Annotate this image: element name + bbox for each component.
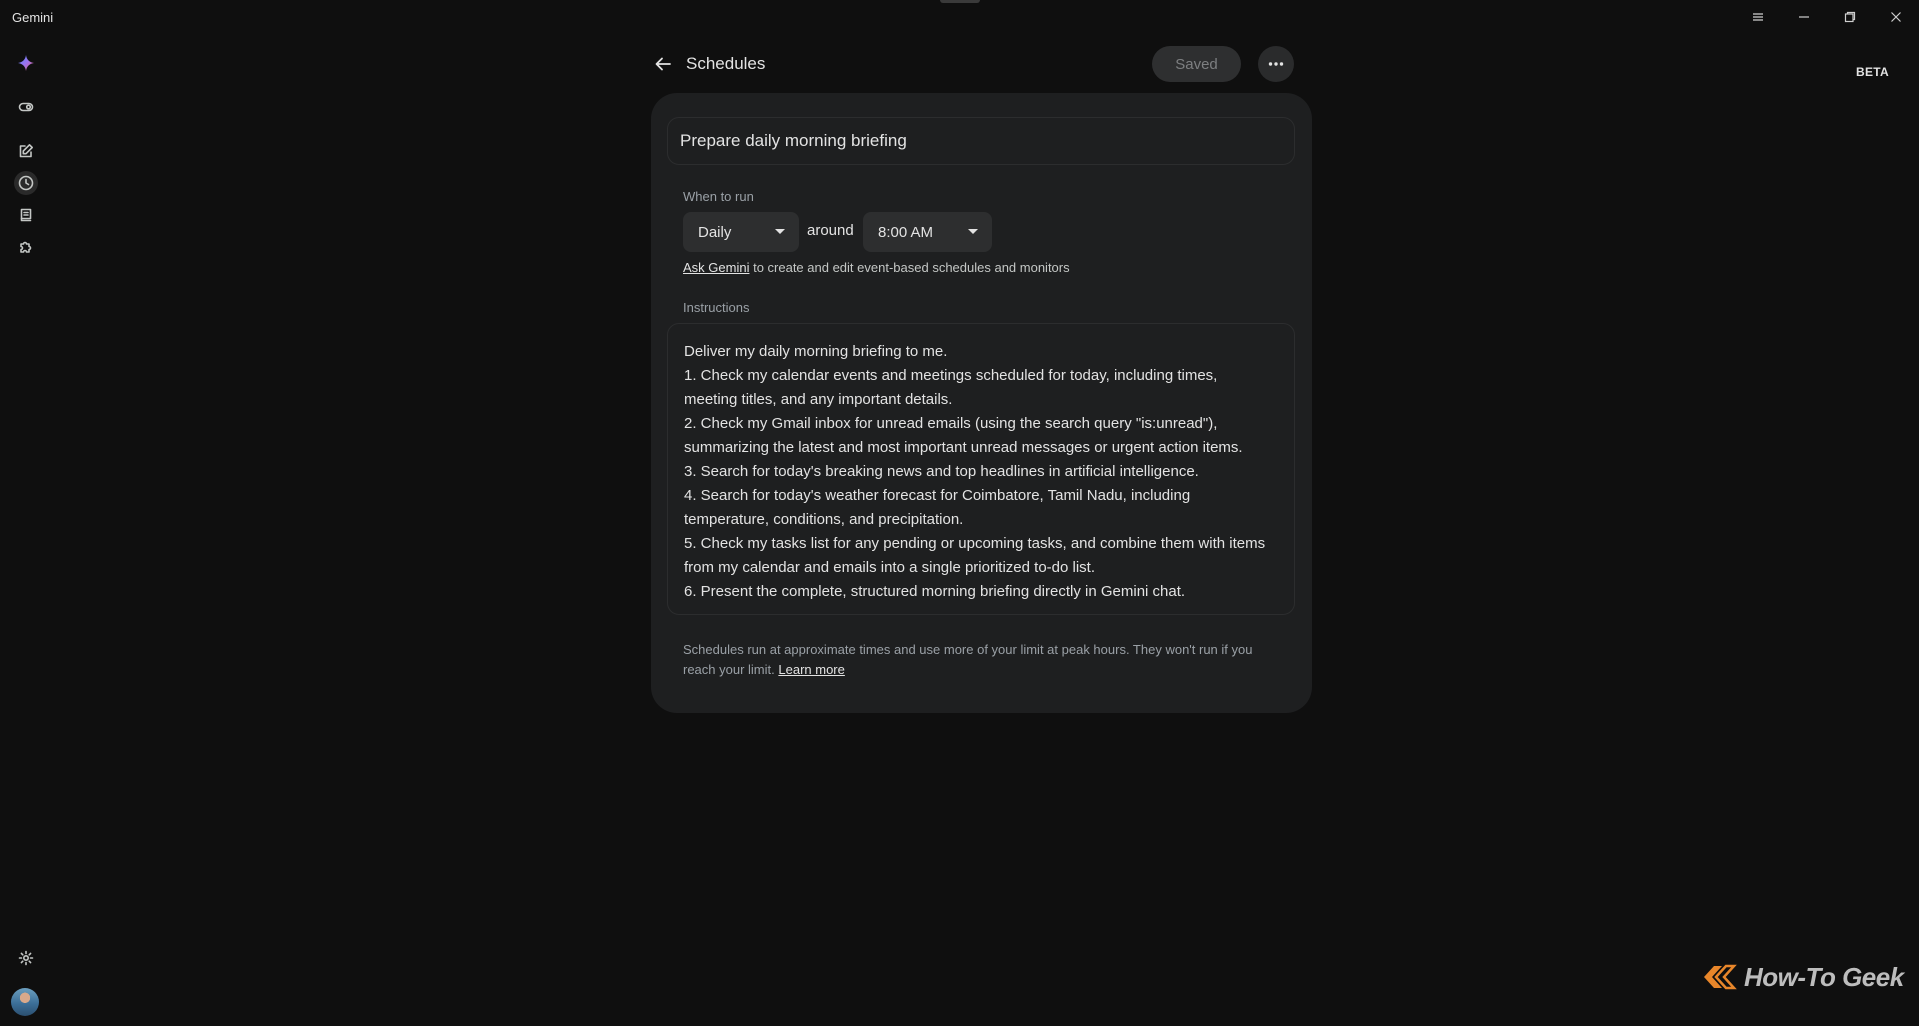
schedule-name-input[interactable]: Prepare daily morning briefing xyxy=(667,117,1295,165)
close-button[interactable] xyxy=(1873,0,1919,34)
title-bar: Gemini xyxy=(0,0,1919,34)
page-header: Schedules Saved xyxy=(650,46,1295,82)
sidebar-item-toggle[interactable] xyxy=(14,95,38,119)
avatar[interactable] xyxy=(11,988,39,1016)
extensions-icon xyxy=(20,241,32,253)
learn-more-link[interactable]: Learn more xyxy=(778,662,844,677)
instructions-label: Instructions xyxy=(683,300,750,315)
instruction-line: 4. Search for today's weather forecast f… xyxy=(684,487,1191,504)
how-to-geek-watermark: How-To Geek xyxy=(1700,960,1904,994)
settings-button[interactable] xyxy=(14,946,38,970)
restore-button[interactable] xyxy=(1827,0,1873,34)
around-label: around xyxy=(807,222,854,239)
toggle-icon xyxy=(18,102,34,112)
sidebar-item-extensions[interactable] xyxy=(14,235,38,259)
watermark-text: How-To Geek xyxy=(1744,961,1904,992)
gemini-spark-icon xyxy=(18,55,34,71)
instruction-line: 3. Search for today's breaking news and … xyxy=(684,463,1199,480)
close-icon xyxy=(1891,12,1901,22)
instruction-line: 2. Check my Gmail inbox for unread email… xyxy=(684,415,1218,432)
instruction-line: Deliver my daily morning briefing to me. xyxy=(684,343,948,360)
saved-button[interactable]: Saved xyxy=(1152,46,1241,82)
schedule-card: Prepare daily morning briefing When to r… xyxy=(651,93,1312,713)
sidebar-item-new-chat[interactable] xyxy=(14,139,38,163)
library-icon xyxy=(20,208,32,222)
more-horizontal-icon xyxy=(1268,62,1284,66)
instructions-textarea[interactable]: Deliver my daily morning briefing to me.… xyxy=(667,323,1295,615)
sidebar-item-library[interactable] xyxy=(14,203,38,227)
restore-icon xyxy=(1844,11,1856,23)
minimize-icon xyxy=(1799,16,1809,18)
more-options-button[interactable] xyxy=(1258,46,1294,82)
schedule-limit-note: Schedules run at approximate times and u… xyxy=(683,640,1283,680)
instruction-line: 6. Present the complete, structured morn… xyxy=(684,583,1186,600)
new-chat-icon xyxy=(19,144,33,158)
menu-button[interactable] xyxy=(1735,0,1781,34)
drag-handle[interactable] xyxy=(940,0,980,3)
limit-note-text: Schedules run at approximate times and u… xyxy=(683,642,1253,677)
time-value: 8:00 AM xyxy=(878,223,934,241)
dropdown-caret-icon xyxy=(775,229,785,234)
instruction-line: meeting titles, and any important detail… xyxy=(684,391,953,408)
frequency-value: Daily xyxy=(698,223,732,241)
sidebar-item-schedules[interactable] xyxy=(14,171,38,195)
arrow-left-icon xyxy=(655,57,671,71)
when-to-run-label: When to run xyxy=(683,189,754,204)
window-controls xyxy=(1735,0,1919,34)
instruction-line: summarizing the latest and most importan… xyxy=(684,439,1243,456)
gemini-home-button[interactable] xyxy=(14,51,38,75)
page-title: Schedules xyxy=(686,54,766,73)
how-to-geek-logo-icon xyxy=(1704,964,1737,990)
frequency-select[interactable]: Daily xyxy=(683,212,799,252)
dropdown-caret-icon xyxy=(968,229,978,234)
beta-badge: BETA xyxy=(1856,65,1889,79)
instruction-line: temperature, conditions, and precipitati… xyxy=(684,511,964,528)
ask-gemini-link[interactable]: Ask Gemini xyxy=(683,260,749,275)
time-select[interactable]: 8:00 AM xyxy=(863,212,992,252)
back-button[interactable] xyxy=(650,51,676,77)
ask-gemini-hint: Ask Gemini to create and edit event-base… xyxy=(683,260,1070,275)
app-title: Gemini xyxy=(12,10,54,25)
instruction-line: 5. Check my tasks list for any pending o… xyxy=(684,535,1266,552)
minimize-button[interactable] xyxy=(1781,0,1827,34)
hint-text: to create and edit event-based schedules… xyxy=(749,260,1070,275)
sidebar xyxy=(0,34,52,1026)
gear-icon xyxy=(18,950,34,966)
instruction-line: 1. Check my calendar events and meetings… xyxy=(684,367,1218,384)
instruction-line: from my calendar and emails into a singl… xyxy=(684,559,1096,576)
clock-icon xyxy=(18,175,34,191)
menu-icon xyxy=(1753,13,1763,21)
